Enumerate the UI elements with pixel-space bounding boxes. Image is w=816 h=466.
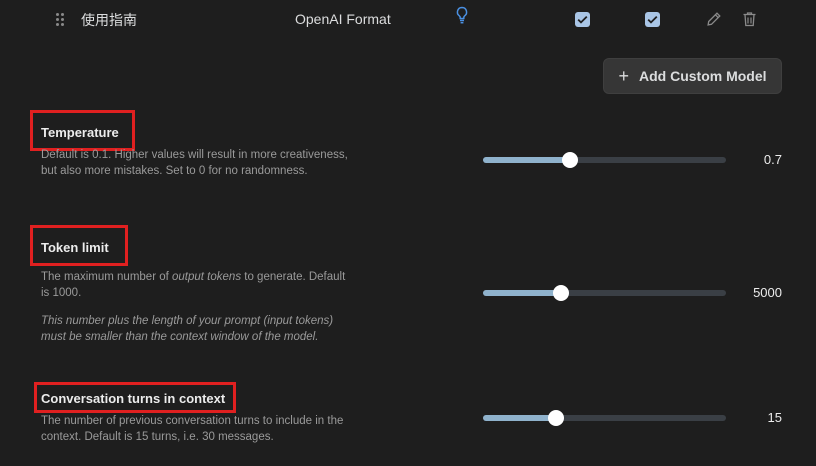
token-limit-title: Token limit <box>41 240 109 255</box>
lightbulb-icon <box>455 6 469 24</box>
enabled-checkbox[interactable] <box>575 12 590 27</box>
conversation-turns-slider[interactable] <box>483 410 726 426</box>
edit-pencil-icon[interactable] <box>706 11 722 27</box>
token-limit-slider[interactable] <box>483 285 726 301</box>
slider-fill <box>483 157 571 163</box>
drag-handle-icon[interactable] <box>56 13 66 27</box>
checkmark-icon <box>577 15 588 24</box>
checkmark-icon <box>647 15 658 24</box>
token-limit-value: 5000 <box>753 285 782 300</box>
model-name: 使用指南 <box>81 12 137 28</box>
plus-icon: + <box>618 66 629 86</box>
vision-checkbox[interactable] <box>645 12 660 27</box>
conversation-turns-title: Conversation turns in context <box>41 391 226 406</box>
slider-fill <box>483 415 556 421</box>
delete-trash-icon[interactable] <box>742 11 757 27</box>
add-custom-model-button[interactable]: + Add Custom Model <box>603 58 782 94</box>
conversation-turns-description: The number of previous conversation turn… <box>41 415 344 443</box>
token-limit-note: This number plus the length of your prom… <box>41 315 334 343</box>
temperature-description: Default is 0.1. Higher values will resul… <box>41 149 348 177</box>
slider-thumb[interactable] <box>552 285 569 301</box>
slider-thumb[interactable] <box>547 410 564 426</box>
add-custom-model-label: Add Custom Model <box>638 68 767 84</box>
slider-thumb[interactable] <box>562 152 579 168</box>
token-limit-description: The maximum number of output tokens to g… <box>41 271 346 299</box>
slider-fill <box>483 290 561 296</box>
temperature-title: Temperature <box>41 125 119 140</box>
conversation-turns-value: 15 <box>767 410 782 425</box>
temperature-value: 0.7 <box>763 152 782 167</box>
temperature-slider[interactable] <box>483 152 726 168</box>
model-format: OpenAI Format <box>295 11 391 27</box>
